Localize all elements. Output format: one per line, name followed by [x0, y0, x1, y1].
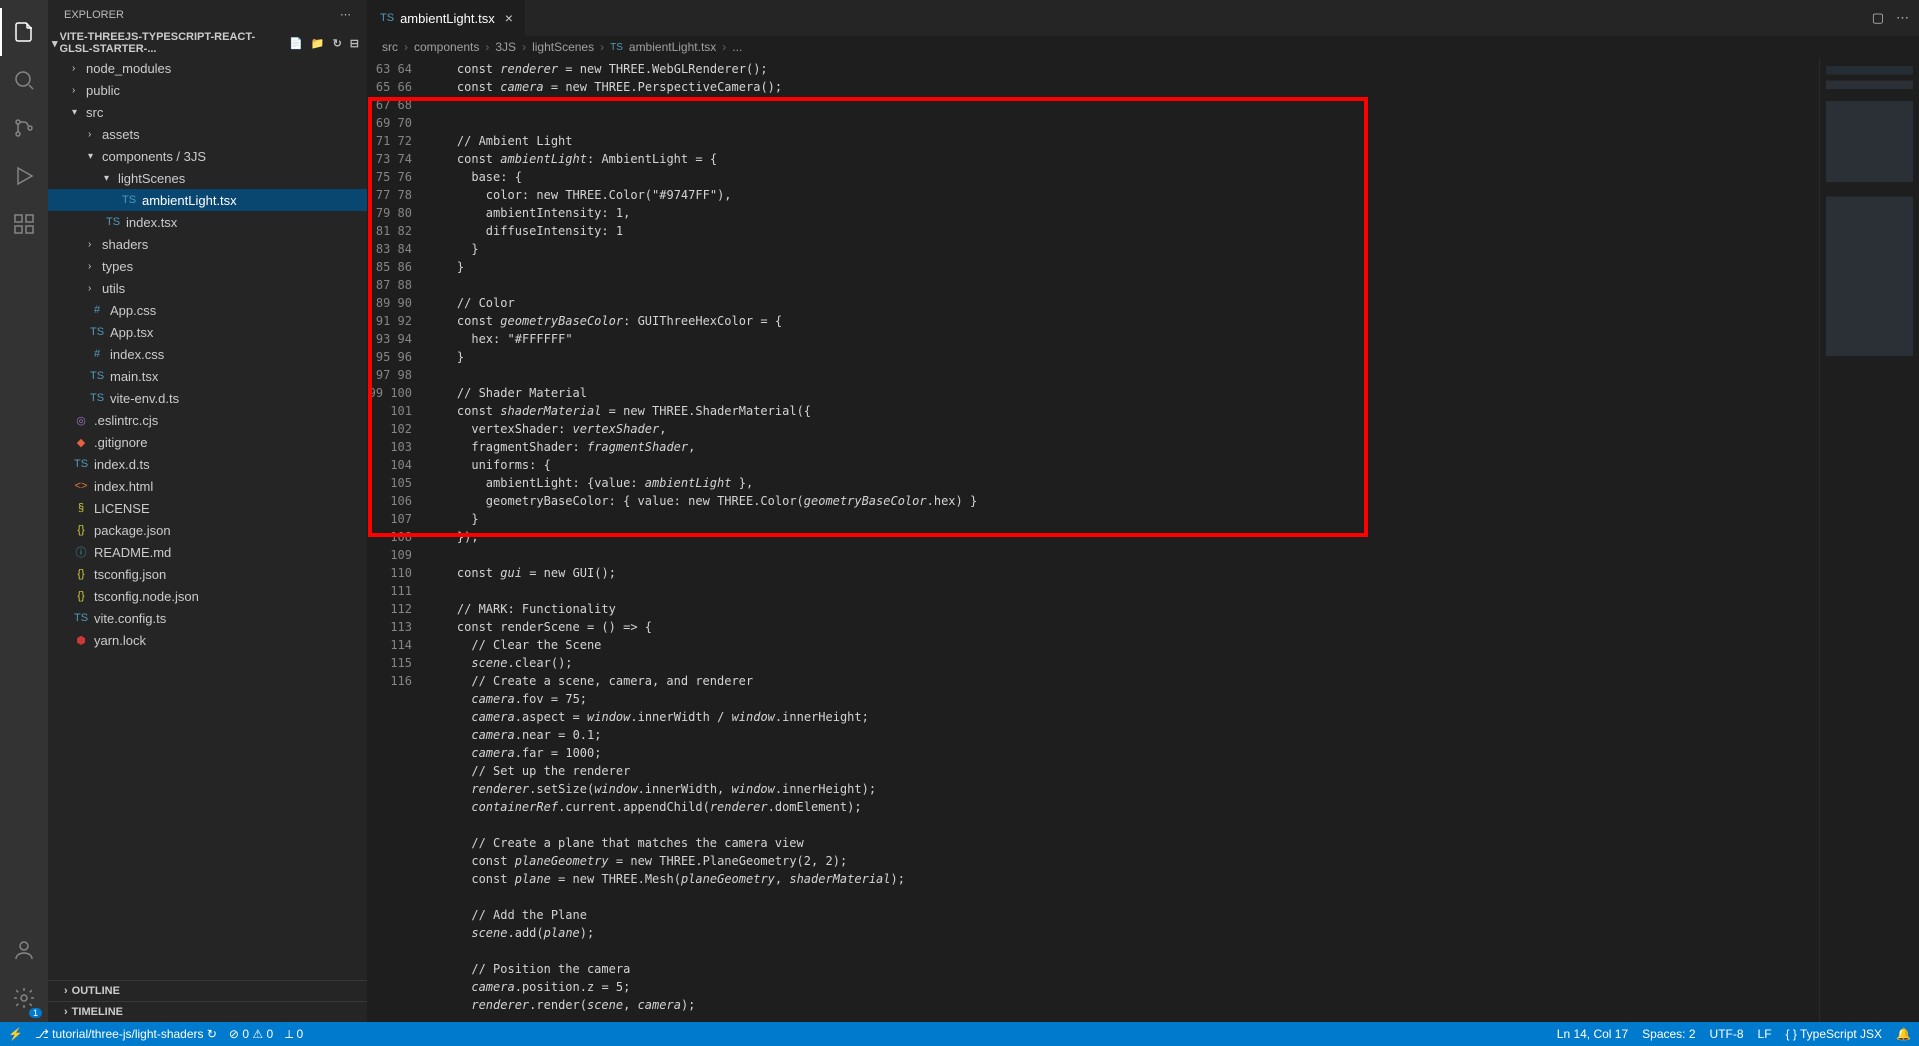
folder-utils[interactable]: ›utils [48, 277, 367, 299]
folder-types[interactable]: ›types [48, 255, 367, 277]
file-gitignore[interactable]: ◆.gitignore [48, 431, 367, 453]
errors-indicator[interactable]: ⊘ 0 ⚠ 0 [229, 1027, 273, 1041]
minimap[interactable] [1819, 58, 1919, 1022]
folder-lightscenes[interactable]: ▾lightScenes [48, 167, 367, 189]
activity-bar: 1 [0, 0, 48, 1022]
file-eslintrc[interactable]: ◎.eslintrc.cjs [48, 409, 367, 431]
branch-indicator[interactable]: ⎇ tutorial/three-js/light-shaders ↻ [35, 1027, 217, 1041]
account-icon[interactable] [0, 926, 48, 974]
folder-shaders[interactable]: ›shaders [48, 233, 367, 255]
file-vite-config[interactable]: TSvite.config.ts [48, 607, 367, 629]
folder-node-modules[interactable]: ›node_modules [48, 57, 367, 79]
timeline-section[interactable]: ›TIMELINE [48, 1001, 367, 1022]
status-bar: ⚡ ⎇ tutorial/three-js/light-shaders ↻ ⊘ … [0, 1022, 1919, 1046]
file-app-tsx[interactable]: TSApp.tsx [48, 321, 367, 343]
ts-file-icon: TS [380, 12, 394, 24]
settings-icon[interactable]: 1 [0, 974, 48, 1022]
new-folder-icon[interactable]: 📁 [311, 37, 325, 50]
new-file-icon[interactable]: 📄 [289, 37, 303, 50]
eol[interactable]: LF [1758, 1027, 1772, 1041]
cursor-position[interactable]: Ln 14, Col 17 [1557, 1027, 1628, 1041]
folder-src[interactable]: ▾src [48, 101, 367, 123]
file-license[interactable]: §LICENSE [48, 497, 367, 519]
file-vite-env[interactable]: TSvite-env.d.ts [48, 387, 367, 409]
editor-area: TS ambientLight.tsx × ▢ ⋯ src› component… [368, 0, 1919, 1022]
file-ambientlight[interactable]: TSambientLight.tsx [48, 189, 367, 211]
folder-assets[interactable]: ›assets [48, 123, 367, 145]
file-index-html[interactable]: <>index.html [48, 475, 367, 497]
settings-badge: 1 [29, 1008, 42, 1018]
remote-icon[interactable]: ⚡ [8, 1027, 23, 1041]
outline-section[interactable]: ›OUTLINE [48, 980, 367, 1001]
notifications-icon[interactable]: 🔔 [1896, 1027, 1911, 1041]
chevron-down-icon: ▾ [52, 37, 58, 50]
file-main-tsx[interactable]: TSmain.tsx [48, 365, 367, 387]
editor-body[interactable]: 63 64 65 66 67 68 69 70 71 72 73 74 75 7… [368, 58, 1919, 1022]
split-editor-icon[interactable]: ▢ [1872, 10, 1884, 26]
file-tsconfig[interactable]: {}tsconfig.json [48, 563, 367, 585]
code-content[interactable]: const renderer = new THREE.WebGLRenderer… [428, 58, 1819, 1022]
breadcrumbs[interactable]: src› components› 3JS› lightScenes› TS am… [368, 36, 1919, 58]
line-gutter: 63 64 65 66 67 68 69 70 71 72 73 74 75 7… [368, 58, 428, 1022]
folder-public[interactable]: ›public [48, 79, 367, 101]
more-icon[interactable]: ⋯ [1896, 10, 1909, 26]
ports-indicator[interactable]: ⟂ 0 [285, 1027, 303, 1042]
file-index-tsx[interactable]: TSindex.tsx [48, 211, 367, 233]
sidebar-title: EXPLORER ⋯ [48, 0, 367, 29]
collapse-icon[interactable]: ⊟ [350, 37, 359, 50]
file-index-d-ts[interactable]: TSindex.d.ts [48, 453, 367, 475]
file-tree: ›node_modules ›public ▾src ›assets ▾comp… [48, 57, 367, 980]
tab-ambientlight[interactable]: TS ambientLight.tsx × [368, 0, 525, 36]
encoding[interactable]: UTF-8 [1710, 1027, 1744, 1041]
project-header[interactable]: ▾ VITE-THREEJS-TYPESCRIPT-REACT-GLSL-STA… [48, 29, 367, 57]
source-control-icon[interactable] [0, 104, 48, 152]
language-mode[interactable]: { } TypeScript JSX [1786, 1027, 1883, 1041]
run-debug-icon[interactable] [0, 152, 48, 200]
tabs-bar: TS ambientLight.tsx × ▢ ⋯ [368, 0, 1919, 36]
file-yarn-lock[interactable]: ⬢yarn.lock [48, 629, 367, 651]
explorer-icon[interactable] [0, 8, 48, 56]
indentation[interactable]: Spaces: 2 [1642, 1027, 1695, 1041]
file-tsconfig-node[interactable]: {}tsconfig.node.json [48, 585, 367, 607]
explorer-sidebar: EXPLORER ⋯ ▾ VITE-THREEJS-TYPESCRIPT-REA… [48, 0, 368, 1022]
extensions-icon[interactable] [0, 200, 48, 248]
file-readme[interactable]: ⓘREADME.md [48, 541, 367, 563]
close-tab-icon[interactable]: × [505, 10, 513, 26]
file-app-css[interactable]: #App.css [48, 299, 367, 321]
refresh-icon[interactable]: ↻ [333, 37, 342, 50]
folder-components-3js[interactable]: ▾components / 3JS [48, 145, 367, 167]
file-package-json[interactable]: {}package.json [48, 519, 367, 541]
search-icon[interactable] [0, 56, 48, 104]
sidebar-more-icon[interactable]: ⋯ [340, 8, 351, 21]
file-index-css[interactable]: #index.css [48, 343, 367, 365]
